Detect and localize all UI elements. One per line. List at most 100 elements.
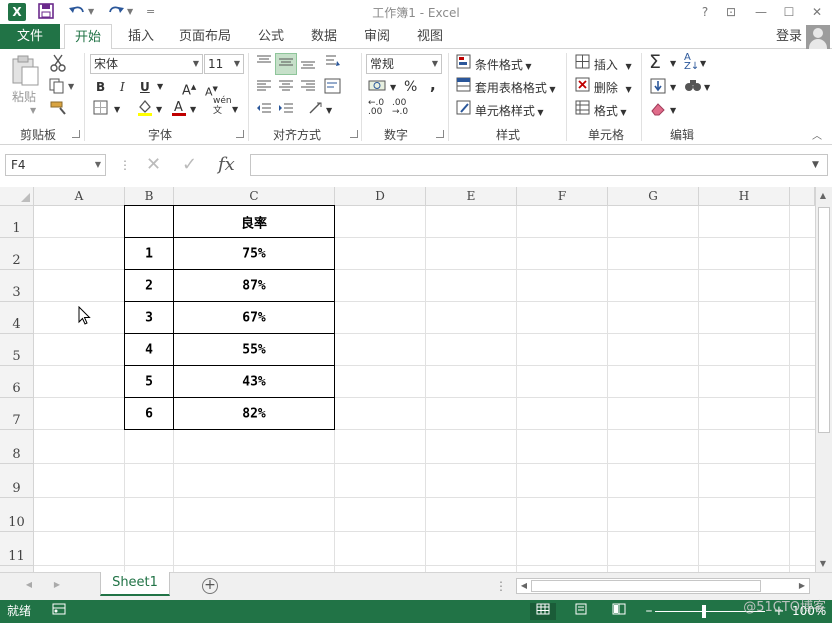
column-header-d[interactable]: D: [335, 187, 426, 206]
cell-c6[interactable]: 43%: [173, 365, 335, 398]
copy-icon[interactable]: [49, 78, 65, 98]
cell-b3[interactable]: 2: [124, 269, 174, 302]
cut-icon[interactable]: [50, 54, 66, 74]
sort-filter-dropdown-icon[interactable]: ▼: [700, 54, 706, 74]
copy-dropdown-icon[interactable]: ▼: [68, 77, 74, 97]
comma-style-button[interactable]: ,: [430, 75, 436, 95]
row-header-3[interactable]: 3: [0, 270, 34, 302]
tab-view[interactable]: 视图: [407, 24, 453, 49]
cell-c7[interactable]: 82%: [173, 397, 335, 430]
clear-icon[interactable]: [650, 101, 668, 121]
cell-c4[interactable]: 67%: [173, 301, 335, 334]
row-header-7[interactable]: 7: [0, 398, 34, 430]
column-header-c[interactable]: C: [174, 187, 335, 206]
delete-cells-button[interactable]: 删除 ▼: [575, 77, 632, 97]
paste-icon[interactable]: [10, 55, 42, 87]
font-color-icon[interactable]: A: [171, 99, 187, 119]
sheet-tab-sheet1[interactable]: Sheet1: [100, 572, 170, 596]
hscroll-left-icon[interactable]: ◀: [517, 581, 531, 590]
paste-button-label[interactable]: 粘贴: [12, 87, 42, 107]
fill-icon[interactable]: [650, 78, 666, 98]
clipboard-launcher-icon[interactable]: [72, 130, 80, 138]
row-header-11[interactable]: 11: [0, 532, 34, 566]
hscroll-right-icon[interactable]: ▶: [795, 581, 809, 590]
tab-home[interactable]: 开始: [64, 24, 112, 50]
worksheet-grid[interactable]: A B C D E F G H 1 2 3 4 5 6 7 8 9 10 11 …: [0, 187, 815, 572]
formula-input[interactable]: [250, 154, 828, 176]
page-break-view-icon[interactable]: [606, 603, 632, 620]
accounting-format-icon[interactable]: [368, 78, 386, 98]
column-header-b[interactable]: B: [125, 187, 174, 206]
row-header-9[interactable]: 9: [0, 464, 34, 498]
tab-file[interactable]: 文件: [0, 24, 60, 49]
tab-review[interactable]: 审阅: [354, 24, 400, 49]
align-bottom-icon[interactable]: [300, 54, 316, 74]
orientation-dropdown-icon[interactable]: ▼: [326, 101, 332, 121]
enter-entry-icon[interactable]: ✓: [182, 154, 197, 176]
orientation-icon[interactable]: [324, 53, 342, 73]
insert-cells-button[interactable]: 插入 ▼: [575, 54, 632, 74]
font-size-select[interactable]: 11 ▼: [204, 54, 244, 74]
scroll-up-icon[interactable]: ▲: [816, 191, 830, 200]
underline-button[interactable]: U: [140, 77, 150, 97]
maximize-button[interactable]: ☐: [776, 1, 802, 23]
cell-b2[interactable]: 1: [124, 237, 174, 270]
cell-b1[interactable]: [124, 205, 174, 238]
autosum-icon[interactable]: Σ: [649, 52, 661, 72]
fill-dropdown-icon[interactable]: ▼: [670, 78, 676, 98]
row-header-4[interactable]: 4: [0, 302, 34, 334]
horizontal-scroll-thumb[interactable]: [531, 580, 761, 592]
close-button[interactable]: ✕: [804, 1, 830, 23]
expand-formula-bar-icon[interactable]: ▼: [812, 154, 819, 176]
page-layout-view-icon[interactable]: [568, 603, 594, 620]
cell-b5[interactable]: 4: [124, 333, 174, 366]
sheet-scroll-right-icon[interactable]: ▶: [50, 580, 64, 589]
align-center-icon[interactable]: [278, 78, 294, 98]
fill-color-dropdown-icon[interactable]: ▼: [156, 100, 162, 120]
horizontal-scrollbar[interactable]: ◀ ▶: [516, 578, 810, 594]
macro-record-icon[interactable]: [46, 603, 72, 620]
row-header-6[interactable]: 6: [0, 366, 34, 398]
bold-button[interactable]: B: [96, 77, 105, 97]
phonetic-dropdown-icon[interactable]: ▼: [232, 100, 238, 120]
format-cells-button[interactable]: 格式 ▼: [575, 100, 627, 120]
cell-b6[interactable]: 5: [124, 365, 174, 398]
cell-c5[interactable]: 55%: [173, 333, 335, 366]
paste-dropdown-icon[interactable]: ▼: [30, 101, 36, 121]
tab-split-handle-icon[interactable]: ⋮: [494, 579, 508, 593]
new-sheet-button[interactable]: +: [202, 578, 218, 594]
row-header-5[interactable]: 5: [0, 334, 34, 366]
underline-dropdown-icon[interactable]: ▼: [157, 77, 163, 97]
number-launcher-icon[interactable]: [436, 130, 444, 138]
borders-dropdown-icon[interactable]: ▼: [114, 100, 120, 120]
cell-b4[interactable]: 3: [124, 301, 174, 334]
align-top-icon[interactable]: [256, 54, 272, 74]
select-all-button[interactable]: [0, 187, 34, 206]
cell-c3[interactable]: 87%: [173, 269, 335, 302]
tab-data[interactable]: 数据: [301, 24, 347, 49]
cell-b7[interactable]: 6: [124, 397, 174, 430]
collapse-ribbon-icon[interactable]: ︿: [812, 127, 822, 147]
phonetic-guide-icon[interactable]: wén 文: [213, 96, 232, 116]
italic-button[interactable]: I: [120, 77, 125, 97]
column-header-e[interactable]: E: [426, 187, 517, 206]
insert-function-icon[interactable]: fx: [218, 154, 235, 176]
conditional-formatting-button[interactable]: 条件格式 ▼: [456, 54, 532, 74]
column-header-f[interactable]: F: [517, 187, 608, 206]
tab-insert[interactable]: 插入: [118, 24, 164, 49]
decrease-decimal-icon[interactable]: .00 →.0: [392, 99, 408, 119]
increase-indent-icon[interactable]: [278, 101, 294, 121]
align-middle-icon[interactable]: [278, 54, 294, 74]
font-launcher-icon[interactable]: [236, 130, 244, 138]
column-header-a[interactable]: A: [34, 187, 125, 206]
find-select-icon[interactable]: [684, 77, 702, 97]
login-link[interactable]: 登录: [776, 24, 802, 49]
sort-filter-icon[interactable]: A Z↓: [684, 53, 699, 73]
cell-c1[interactable]: 良率: [173, 205, 335, 238]
font-color-dropdown-icon[interactable]: ▼: [190, 100, 196, 120]
decrease-indent-icon[interactable]: [256, 101, 272, 121]
cell-c2[interactable]: 75%: [173, 237, 335, 270]
find-select-dropdown-icon[interactable]: ▼: [704, 78, 710, 98]
ribbon-display-button[interactable]: ⊡: [718, 1, 744, 23]
row-header-10[interactable]: 10: [0, 498, 34, 532]
